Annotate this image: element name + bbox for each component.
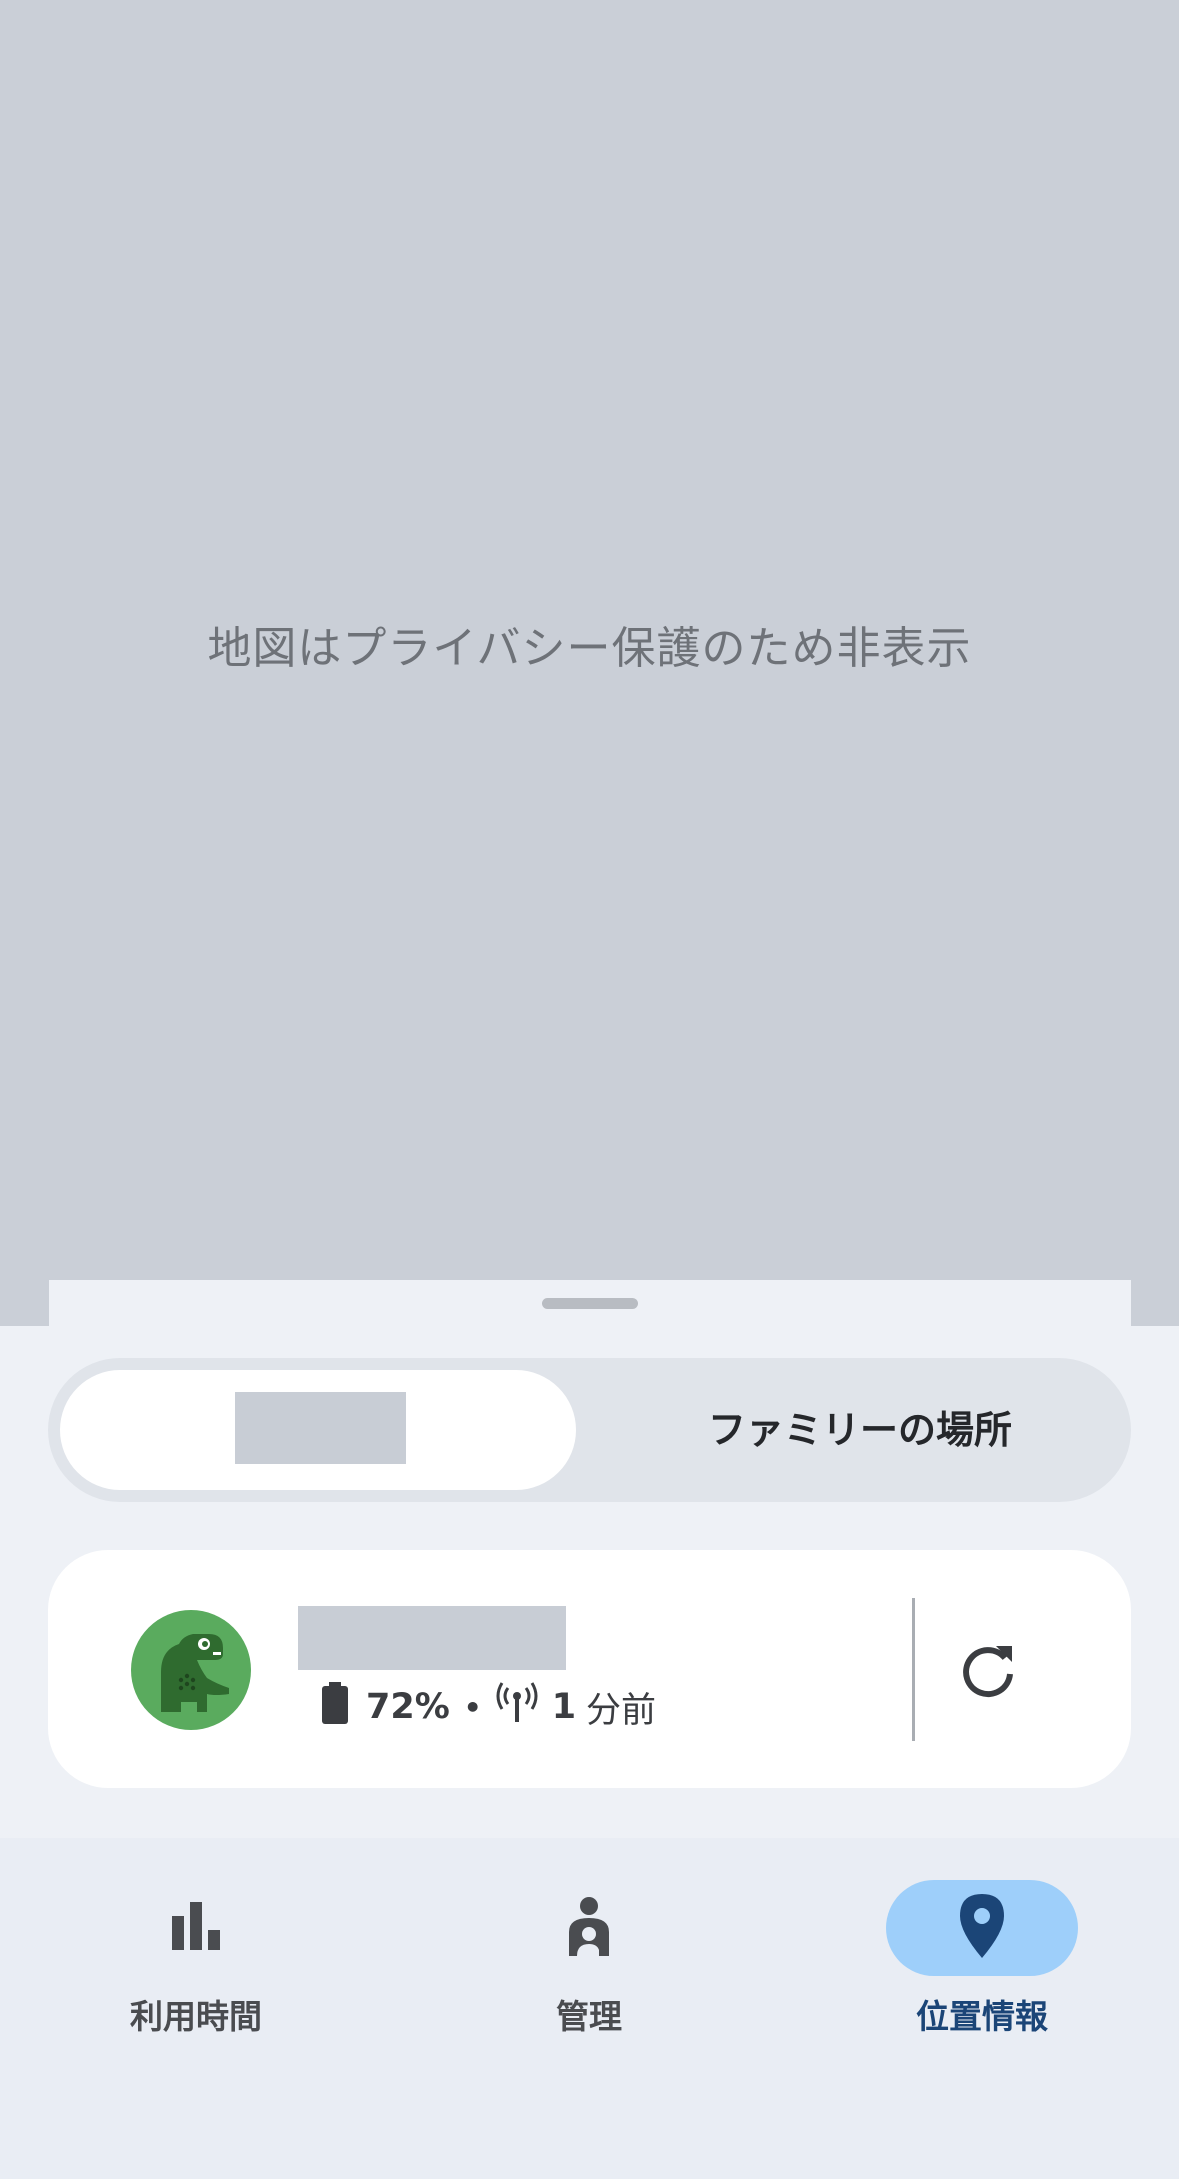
nav-icon-container	[493, 1880, 685, 1976]
segment-selected-label-redacted	[235, 1392, 406, 1464]
battery-icon	[320, 1681, 350, 1733]
signal-icon	[496, 1681, 538, 1733]
sheet-drag-handle[interactable]	[542, 1298, 638, 1309]
nav-label: 位置情報	[916, 1997, 1048, 2036]
location-pin-icon	[958, 1894, 1006, 1962]
nav-item-location[interactable]: 位置情報	[872, 1880, 1092, 2038]
family-person-icon	[567, 1896, 611, 1960]
refresh-icon[interactable]	[958, 1640, 1018, 1700]
card-divider	[912, 1598, 915, 1741]
segment-family-locations[interactable]: ファミリーの場所	[640, 1398, 1080, 1462]
last-seen-value: 1	[551, 1687, 577, 1727]
map-area[interactable]: 地図はプライバシー保護のため非表示	[0, 0, 1179, 1330]
nav-label: 利用時間	[130, 1997, 262, 2036]
last-seen-unit: 分前	[586, 1690, 657, 1731]
device-name-redacted	[298, 1606, 566, 1670]
nav-icon-container	[886, 1880, 1078, 1976]
bar-chart-icon	[170, 1900, 222, 1956]
battery-level: 72%	[366, 1687, 450, 1727]
nav-label: 管理	[556, 1997, 622, 2036]
nav-item-manage[interactable]: 管理	[479, 1880, 699, 2038]
status-separator: •	[463, 1690, 482, 1724]
map-privacy-message: 地図はプライバシー保護のため非表示	[207, 623, 972, 674]
nav-icon-container	[100, 1880, 292, 1976]
device-status-row: 72% • 1 分前	[320, 1681, 657, 1733]
dinosaur-avatar-icon	[131, 1610, 251, 1730]
nav-item-usage-time[interactable]: 利用時間	[86, 1880, 306, 2038]
